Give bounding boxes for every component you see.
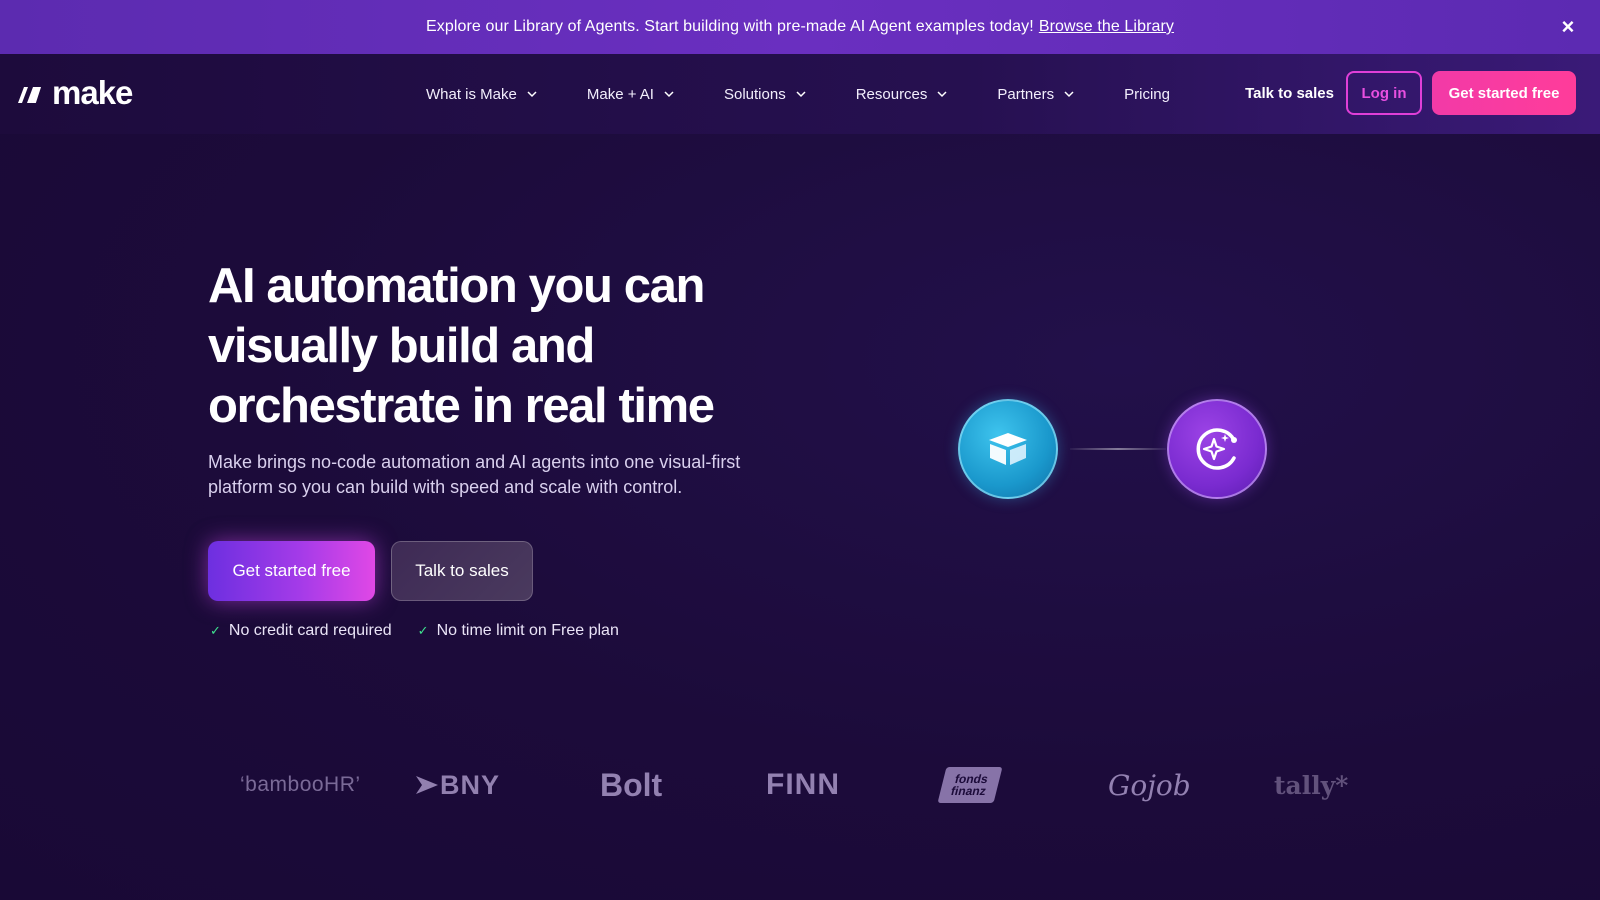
- menu-label: Make + AI: [586, 85, 654, 103]
- menu-solutions[interactable]: Solutions: [724, 86, 806, 103]
- menu-label: Resources: [855, 85, 928, 103]
- hero-title-line: AI automation you can: [208, 259, 705, 313]
- menu-label: Partners: [997, 85, 1055, 103]
- airtable-node: [958, 399, 1058, 499]
- hero-title-line: visually build and: [208, 319, 595, 373]
- top-nav: make What is Make Make + AI Solutions Re…: [0, 54, 1600, 134]
- menu-make-ai[interactable]: Make + AI: [587, 86, 674, 103]
- gojob-logo: Gojob: [1108, 768, 1191, 802]
- announcement-bar: Explore our Library of Agents. Start bui…: [0, 0, 1600, 54]
- menu-label: What is Make: [426, 85, 517, 103]
- checkmark-icon: ✓: [417, 623, 429, 638]
- make-logo-icon: [18, 86, 42, 103]
- chevron-down-icon: [937, 91, 947, 98]
- chevron-down-icon: [796, 91, 806, 98]
- log-in-button[interactable]: Log in: [1346, 71, 1422, 115]
- chevron-down-icon: [527, 91, 537, 98]
- menu-label: Solutions: [723, 85, 786, 103]
- nav-actions: Talk to sales Log in Get started free: [1245, 71, 1576, 115]
- close-icon[interactable]: ×: [1556, 15, 1580, 39]
- tally-logo: tally*: [1274, 770, 1349, 800]
- checkmark-icon: ✓: [210, 623, 221, 638]
- bny-arrow-icon: [416, 776, 438, 794]
- airtable-box-icon: [989, 433, 1027, 465]
- talk-to-sales-link[interactable]: Talk to sales: [1245, 85, 1334, 102]
- get-started-nav-button[interactable]: Get started free: [1432, 71, 1576, 115]
- bolt-logo: Bolt: [600, 766, 663, 803]
- menu-label: Pricing: [1124, 85, 1170, 103]
- finn-logo: FINN: [766, 768, 840, 801]
- ai-node: [1167, 399, 1267, 499]
- check-item: ✓ No credit card required: [210, 622, 392, 640]
- chevron-down-icon: [664, 91, 674, 98]
- node-connector: [1070, 448, 1166, 450]
- make-logo[interactable]: make: [16, 74, 133, 111]
- hero-subtitle-line: platform so you can build with speed and…: [208, 477, 683, 497]
- hero-subtitle-line: Make brings no-code automation and AI ag…: [208, 452, 741, 472]
- check-label: No credit card required: [228, 622, 392, 639]
- browse-library-link[interactable]: Browse the Library: [1039, 18, 1174, 36]
- get-started-hero-button[interactable]: Get started free: [208, 541, 375, 601]
- menu-pricing[interactable]: Pricing: [1124, 86, 1170, 103]
- announcement-text: Explore our Library of Agents. Start bui…: [425, 18, 1034, 35]
- chevron-down-icon: [1064, 91, 1074, 98]
- menu-what-is-make[interactable]: What is Make: [426, 86, 537, 103]
- check-label: No time limit on Free plan: [436, 622, 619, 639]
- hero-title: AI automation you can visually build and…: [208, 256, 828, 436]
- main-menu: What is Make Make + AI Solutions Resourc…: [426, 54, 1220, 134]
- page: Explore our Library of Agents. Start bui…: [0, 0, 1600, 900]
- bny-wordmark: BNY: [440, 769, 501, 800]
- hero-title-line: orchestrate in real time: [208, 379, 715, 433]
- menu-resources[interactable]: Resources: [856, 86, 948, 103]
- finanz-line: finanz: [949, 784, 988, 798]
- customer-logos: ‘bambooHR’ BNY Bolt FINN fonds finanz Go…: [0, 755, 1600, 815]
- logo-wordmark: make: [52, 74, 133, 111]
- bny-logo: BNY: [416, 755, 500, 815]
- hero-subtitle: Make brings no-code automation and AI ag…: [208, 450, 798, 500]
- menu-partners[interactable]: Partners: [997, 86, 1074, 103]
- hero-checklist: ✓ No credit card required ✓ No time limi…: [210, 622, 645, 640]
- bamboohr-logo: ‘bambooHR’: [240, 773, 361, 796]
- ai-sparkle-loop-icon: [1196, 428, 1237, 470]
- talk-to-sales-button[interactable]: Talk to sales: [391, 541, 533, 601]
- fonds-finanz-logo: fonds finanz: [937, 767, 1003, 803]
- check-item: ✓ No time limit on Free plan: [418, 622, 619, 640]
